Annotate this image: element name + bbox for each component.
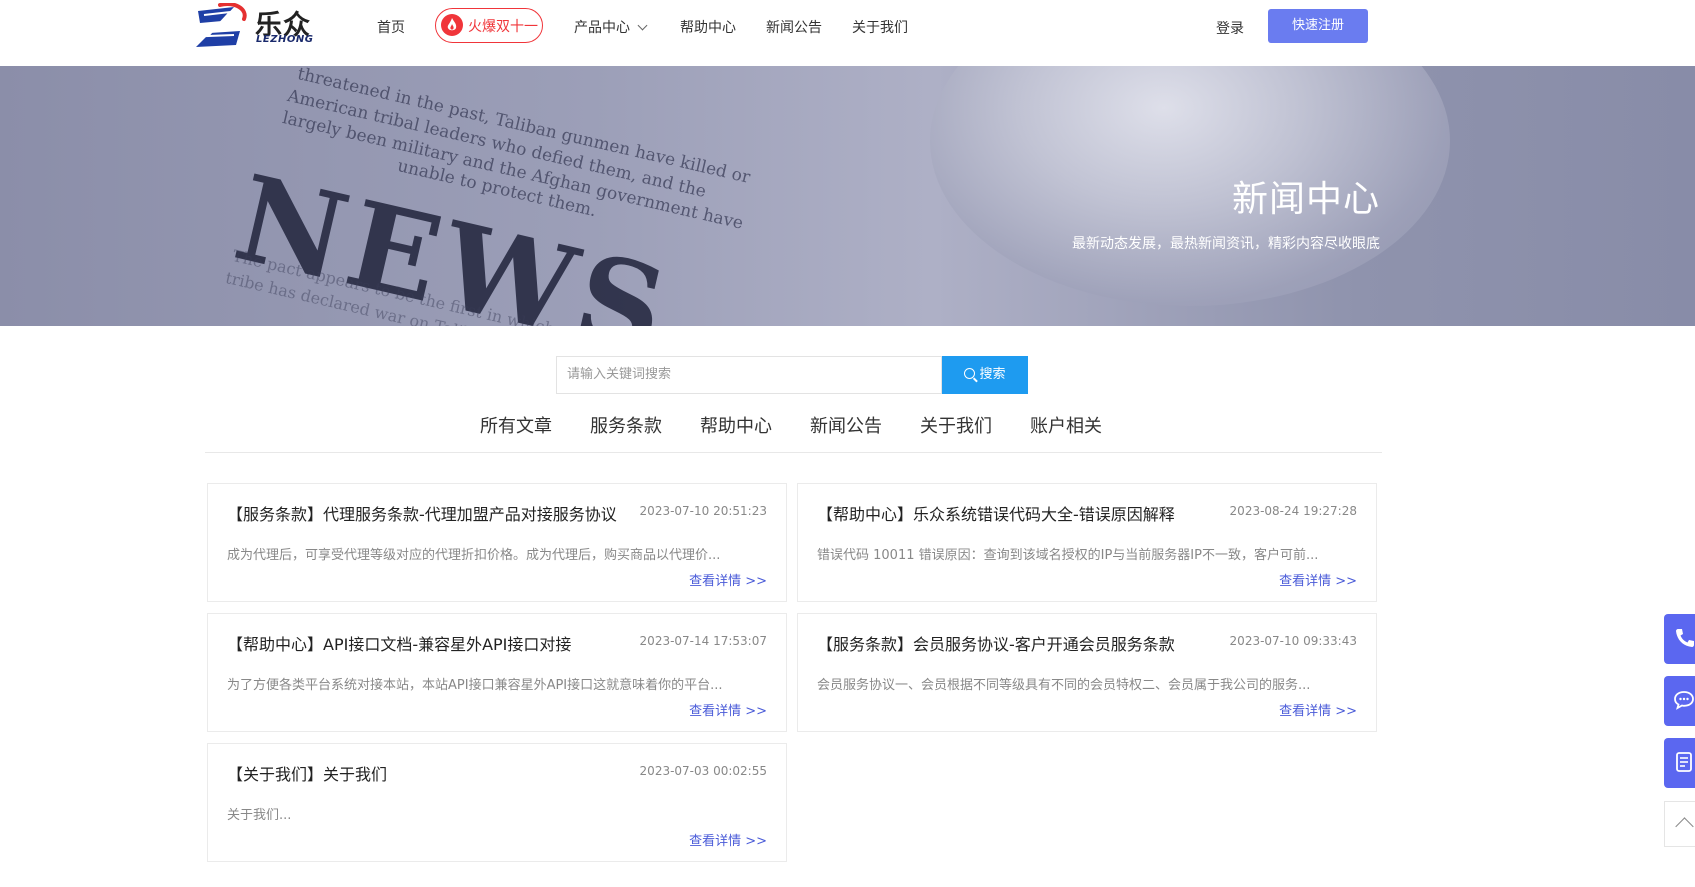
tab-all-articles[interactable]: 所有文章 (480, 412, 552, 438)
banner-subtitle: 最新动态发展，最热新闻资讯，精彩内容尽收眼底 (1072, 236, 1380, 252)
article-card[interactable]: 【关于我们】关于我们 2023-07-03 00:02:55 关于我们... 查… (207, 743, 787, 862)
nav-hot-label: 火爆双十一 (468, 19, 538, 35)
article-title[interactable]: 【帮助中心】API接口文档-兼容星外API接口对接 (227, 631, 571, 655)
hero-banner: threatened in the past, Taliban gunmen h… (0, 66, 1695, 326)
nav-hot-promo[interactable]: 火爆双十一 (435, 8, 543, 43)
article-title[interactable]: 【服务条款】会员服务协议-客户开通会员服务条款 (817, 631, 1175, 655)
top-header: 乐众 LEZHONG 首页 火爆双十一 产品中心 帮助中心 新闻公告 关于我们 … (0, 0, 1695, 66)
search-button[interactable]: 搜索 (942, 356, 1028, 394)
read-more-link[interactable]: 查看详情 >> (689, 830, 767, 849)
back-to-top-button[interactable] (1664, 801, 1695, 847)
article-excerpt: 会员服务协议一、会员根据不同等级具有不同的会员特权二、会员属于我公司的服务... (817, 678, 1311, 693)
register-button[interactable]: 快速注册 (1268, 9, 1368, 43)
chat-icon (1674, 691, 1694, 710)
article-date: 2023-07-10 20:51:23 (639, 504, 767, 518)
read-more-link[interactable]: 查看详情 >> (689, 700, 767, 719)
article-excerpt: 成为代理后，可享受代理等级对应的代理折扣价格。成为代理后，购买商品以代理价... (227, 548, 721, 563)
chevron-down-icon (637, 20, 648, 31)
flame-icon (441, 14, 463, 36)
nav-products[interactable]: 产品中心 (574, 17, 648, 37)
article-date: 2023-07-03 00:02:55 (639, 764, 767, 778)
tab-help[interactable]: 帮助中心 (700, 412, 772, 438)
tab-about[interactable]: 关于我们 (920, 412, 992, 438)
article-date: 2023-07-10 09:33:43 (1229, 634, 1357, 648)
article-card[interactable]: 【服务条款】会员服务协议-客户开通会员服务条款 2023-07-10 09:33… (797, 613, 1377, 732)
nav-home[interactable]: 首页 (377, 17, 405, 37)
read-more-link[interactable]: 查看详情 >> (689, 570, 767, 589)
logo[interactable]: 乐众 LEZHONG (190, 3, 315, 51)
read-more-link[interactable]: 查看详情 >> (1279, 570, 1357, 589)
article-title[interactable]: 【关于我们】关于我们 (227, 761, 387, 785)
phone-icon (1676, 629, 1694, 647)
tab-news[interactable]: 新闻公告 (810, 412, 882, 438)
side-chat-button[interactable] (1664, 676, 1695, 726)
tab-terms[interactable]: 服务条款 (590, 412, 662, 438)
back-to-top-icon (1675, 817, 1694, 836)
search-input[interactable]: 请输入关键词搜索 (556, 356, 942, 394)
read-more-link[interactable]: 查看详情 >> (1279, 700, 1357, 719)
article-title[interactable]: 【服务条款】代理服务条款-代理加盟产品对接服务协议 (227, 501, 617, 525)
search-button-label: 搜索 (979, 367, 1006, 382)
article-excerpt: 为了方便各类平台系统对接本站，本站API接口兼容星外API接口这就意味着你的平台… (227, 678, 723, 693)
article-excerpt: 关于我们... (227, 808, 292, 823)
article-card[interactable]: 【帮助中心】API接口文档-兼容星外API接口对接 2023-07-14 17:… (207, 613, 787, 732)
logo-subtext: LEZHONG (256, 34, 314, 45)
nav-help[interactable]: 帮助中心 (680, 17, 736, 37)
login-link[interactable]: 登录 (1216, 18, 1244, 38)
article-card[interactable]: 【帮助中心】乐众系统错误代码大全-错误原因解释 2023-08-24 19:27… (797, 483, 1377, 602)
nav-products-label: 产品中心 (574, 20, 630, 36)
search-icon (964, 368, 976, 379)
side-document-button[interactable] (1664, 738, 1695, 788)
logo-mark-icon (196, 3, 247, 47)
side-phone-button[interactable] (1664, 614, 1695, 664)
nav-news[interactable]: 新闻公告 (766, 17, 822, 37)
tab-account[interactable]: 账户相关 (1030, 412, 1102, 438)
article-title[interactable]: 【帮助中心】乐众系统错误代码大全-错误原因解释 (817, 501, 1175, 525)
article-date: 2023-08-24 19:27:28 (1229, 504, 1357, 518)
article-excerpt: 错误代码 10011 错误原因：查询到该域名授权的IP与当前服务器IP不一致，客… (817, 548, 1319, 563)
document-icon (1676, 752, 1692, 772)
nav-about[interactable]: 关于我们 (852, 17, 908, 37)
article-card[interactable]: 【服务条款】代理服务条款-代理加盟产品对接服务协议 2023-07-10 20:… (207, 483, 787, 602)
banner-title: 新闻中心 (1231, 179, 1380, 220)
divider (205, 452, 1382, 453)
article-date: 2023-07-14 17:53:07 (639, 634, 767, 648)
